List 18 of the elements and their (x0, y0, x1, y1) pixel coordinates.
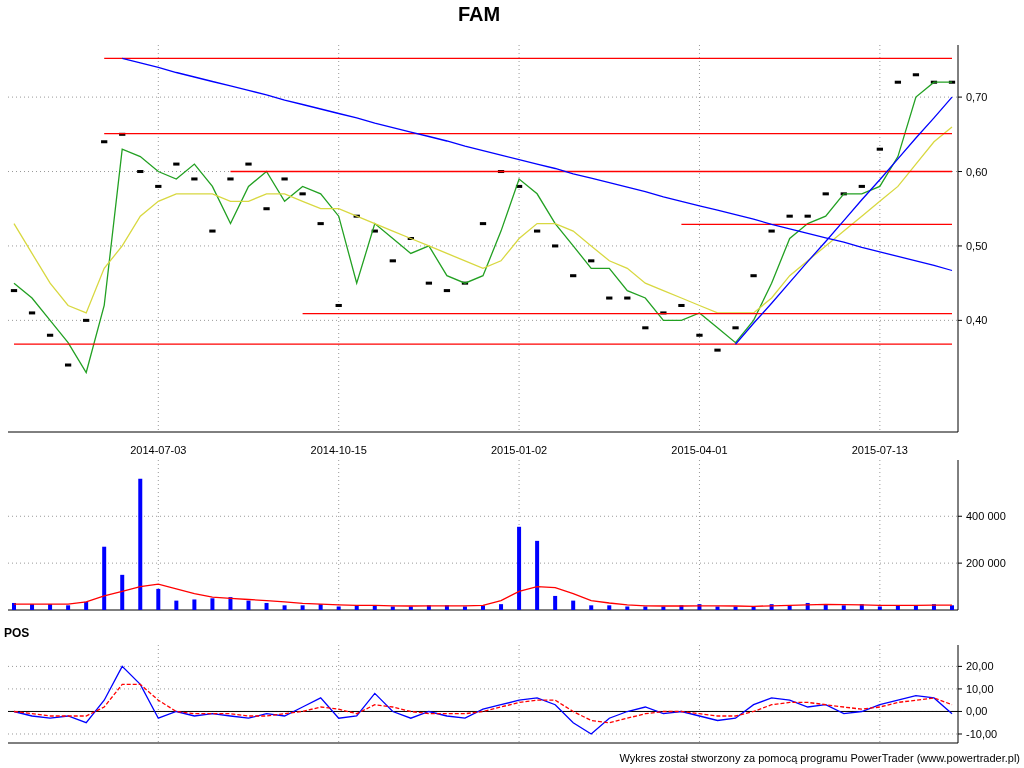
axis-label: 0,00 (966, 705, 988, 718)
axis-label: 2014-07-03 (130, 444, 187, 456)
axis-label: 400 000 (966, 510, 1006, 523)
axis-label: -10,00 (966, 728, 998, 740)
axis-label: 2015-07-13 (851, 444, 908, 456)
axis-label: 0,60 (966, 165, 988, 178)
axis-label: 10,00 (966, 682, 994, 695)
axis-label: 2015-04-01 (671, 444, 728, 456)
axis-label: 20,00 (966, 660, 994, 673)
axis-label: 0,70 (966, 91, 988, 104)
axis-label: 0,50 (966, 239, 988, 252)
indicator-title: POS (4, 624, 30, 641)
axis-label: 2015-01-02 (490, 444, 548, 456)
axis-label: 200 000 (966, 557, 1006, 570)
axis-label: 0,40 (966, 314, 988, 327)
footer-credit: Wykres został stworzony za pomocą programu PowerTrader (www.powertrader.pl) (619, 750, 1020, 766)
axis-label: 2014-10-15 (310, 444, 367, 456)
chart-title: FAM (457, 2, 501, 27)
